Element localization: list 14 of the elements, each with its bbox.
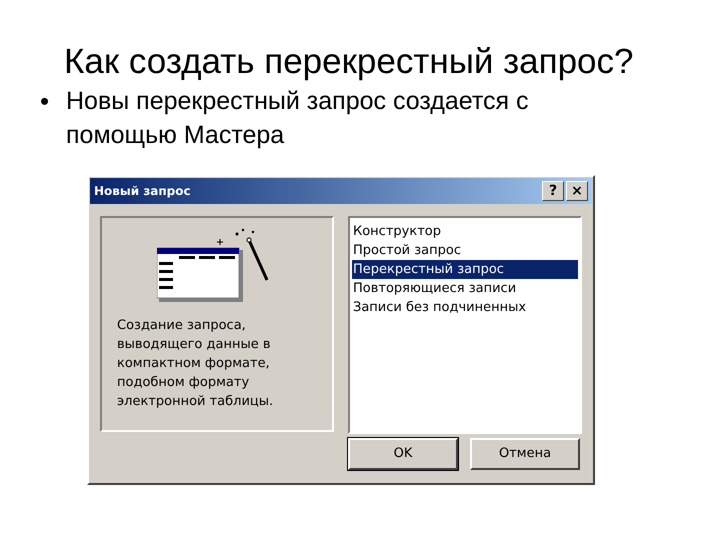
close-button[interactable]: × [566, 181, 588, 201]
slide-title: Как создать перекрестный запрос? [64, 41, 634, 83]
list-item[interactable]: Повторяющиеся записи [352, 279, 578, 298]
bullet-marker: • [40, 85, 50, 118]
list-item[interactable]: Перекрестный запрос [352, 260, 578, 279]
list-item[interactable]: Конструктор [352, 222, 578, 241]
list-item[interactable]: Записи без подчиненных [352, 298, 578, 317]
window-title: Новый запрос [94, 183, 192, 200]
list-item[interactable]: Простой запрос [352, 241, 578, 260]
bullet-text: Новы перекрестный запрос создается с помощью Мастера [66, 86, 530, 151]
cancel-button[interactable]: Отмена [470, 438, 580, 470]
help-button[interactable]: ? [542, 181, 564, 201]
ok-button[interactable]: OK [348, 438, 458, 470]
description-text: Создание запроса, выводящего данные в компактном формате, подобном формату электронной таблицы. [117, 317, 274, 411]
